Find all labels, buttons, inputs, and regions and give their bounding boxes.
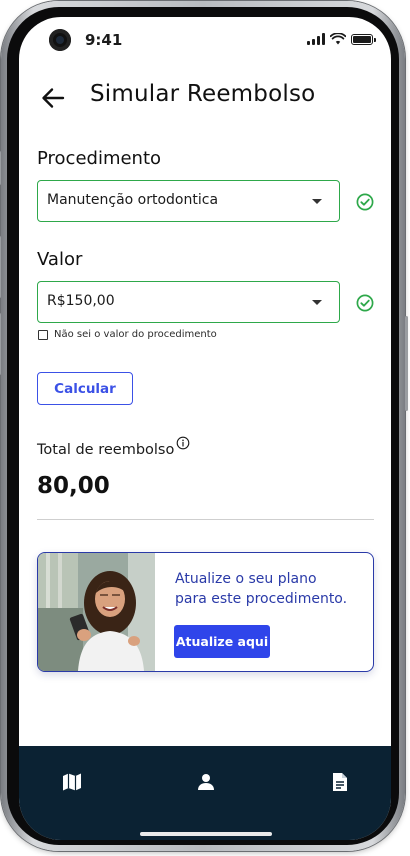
bottom-navigation bbox=[19, 746, 391, 840]
procedimento-select[interactable]: Manutenção ortodontica bbox=[37, 180, 340, 222]
divider bbox=[37, 519, 374, 520]
person-icon[interactable] bbox=[194, 770, 218, 794]
procedimento-label: Procedimento bbox=[37, 148, 162, 169]
caret-down-icon bbox=[312, 199, 322, 204]
status-bar: 9:41 bbox=[19, 17, 391, 63]
wifi-icon bbox=[330, 33, 346, 45]
status-time: 9:41 bbox=[85, 31, 123, 49]
calculate-button[interactable]: Calcular bbox=[37, 372, 133, 405]
total-reimbursement-value: 80,00 bbox=[37, 473, 110, 499]
status-icons bbox=[307, 33, 376, 45]
valor-value: R$150,00 bbox=[47, 293, 115, 309]
upgrade-plan-message: Atualize o seu plano para este procedime… bbox=[175, 569, 365, 609]
upgrade-plan-line-1: Atualize o seu plano bbox=[175, 571, 317, 587]
valor-select[interactable]: R$150,00 bbox=[37, 281, 340, 323]
front-camera bbox=[49, 29, 71, 51]
action-button bbox=[0, 151, 1, 185]
map-icon[interactable] bbox=[60, 770, 84, 794]
back-button[interactable] bbox=[39, 84, 67, 112]
upgrade-plan-card: Atualize o seu plano para este procedime… bbox=[37, 552, 374, 672]
caret-down-icon bbox=[312, 300, 322, 305]
check-circle-icon bbox=[356, 294, 374, 312]
power-button bbox=[405, 316, 408, 411]
document-icon[interactable] bbox=[328, 770, 352, 794]
valor-label: Valor bbox=[37, 249, 83, 270]
volume-down-button bbox=[0, 313, 1, 375]
unknown-value-checkbox[interactable]: Não sei o valor do procedimento bbox=[38, 329, 217, 340]
smiling-woman-with-phone-image bbox=[38, 553, 155, 671]
app-screen: 9:41 Simular Reembolso Procedimento Manu… bbox=[19, 17, 391, 840]
check-circle-icon bbox=[356, 193, 374, 211]
arrow-left-icon bbox=[42, 88, 65, 108]
volume-up-button bbox=[0, 236, 1, 298]
battery-icon bbox=[351, 33, 376, 45]
signal-icon bbox=[307, 33, 325, 45]
page-title: Simular Reembolso bbox=[90, 81, 316, 107]
upgrade-here-button[interactable]: Atualize aqui bbox=[174, 625, 270, 658]
upgrade-plan-line-2: para este procedimento. bbox=[175, 591, 348, 607]
info-icon[interactable] bbox=[176, 436, 190, 450]
home-indicator[interactable] bbox=[140, 832, 272, 836]
unknown-value-label: Não sei o valor do procedimento bbox=[54, 329, 217, 340]
total-reimbursement-label: Total de reembolso bbox=[37, 442, 175, 458]
checkbox-box[interactable] bbox=[38, 329, 48, 340]
procedimento-value: Manutenção ortodontica bbox=[47, 192, 219, 208]
